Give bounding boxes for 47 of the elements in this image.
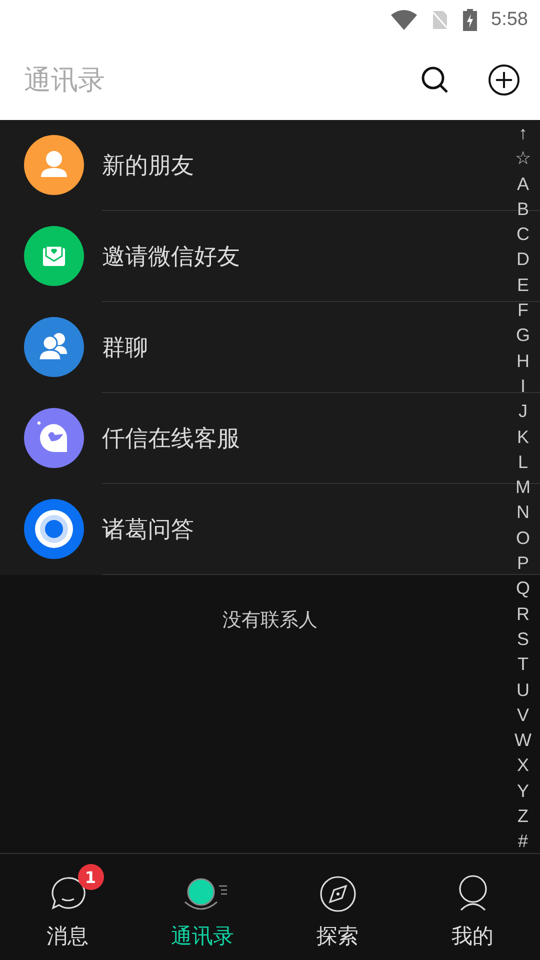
index-letter[interactable]: V xyxy=(516,702,529,728)
nav-tab[interactable]: 通讯录 xyxy=(135,854,270,960)
index-letter[interactable]: R xyxy=(516,602,530,627)
search-button[interactable] xyxy=(420,65,450,95)
clock-time: 5:58 xyxy=(491,9,528,31)
index-letter[interactable]: C xyxy=(516,222,530,248)
index-letter[interactable]: Y xyxy=(516,778,529,804)
index-letter[interactable]: S xyxy=(516,626,529,652)
empty-message: 没有联系人 xyxy=(222,608,318,631)
contact-list-item[interactable]: 邀请微信好友 xyxy=(0,211,506,301)
index-letter[interactable]: P xyxy=(516,551,529,576)
index-letter[interactable]: # xyxy=(518,829,528,855)
index-letter[interactable]: W xyxy=(514,728,532,754)
page-title: 通讯录 xyxy=(24,64,106,98)
nav-tab[interactable]: 我的 xyxy=(405,854,540,960)
index-letter[interactable]: H xyxy=(516,348,530,374)
contact-list-item[interactable]: 群聊 xyxy=(0,302,506,392)
index-letter[interactable]: N xyxy=(516,500,530,526)
index-letter[interactable]: Z xyxy=(518,804,528,830)
index-letter[interactable]: A xyxy=(516,172,529,197)
wifi-icon xyxy=(391,10,418,30)
index-letter[interactable]: F xyxy=(518,298,528,324)
index-letter[interactable]: D xyxy=(516,247,530,273)
index-letter[interactable]: B xyxy=(516,196,529,222)
index-letter[interactable]: O xyxy=(516,526,530,552)
contact-list-item[interactable]: 诸葛问答 xyxy=(0,484,506,574)
no-sim-icon xyxy=(431,9,450,31)
contact-list-item[interactable]: 仟信在线客服 xyxy=(0,393,506,483)
index-letter[interactable]: ☆ xyxy=(515,146,531,172)
index-letter[interactable]: J xyxy=(518,399,528,425)
index-letter[interactable]: I xyxy=(520,374,526,400)
index-letter[interactable]: Q xyxy=(516,576,530,602)
index-letter[interactable]: G xyxy=(516,323,530,349)
index-letter[interactable]: K xyxy=(516,424,529,450)
index-letter[interactable]: M xyxy=(516,475,530,500)
nav-tab[interactable]: 1 消息 xyxy=(0,854,135,960)
nav-tab[interactable]: 探索 xyxy=(270,854,405,960)
index-letter[interactable]: E xyxy=(516,272,529,298)
index-letter[interactable]: T xyxy=(518,652,528,678)
add-button[interactable] xyxy=(488,64,520,96)
index-letter[interactable]: U xyxy=(516,678,530,703)
contact-list-item[interactable]: 新的朋友 xyxy=(0,120,506,210)
index-letter[interactable]: L xyxy=(518,450,528,476)
index-letter[interactable]: ↑ xyxy=(518,121,528,146)
unread-badge: 1 xyxy=(78,864,104,890)
index-letter[interactable]: X xyxy=(516,753,529,779)
battery-icon xyxy=(463,9,478,31)
